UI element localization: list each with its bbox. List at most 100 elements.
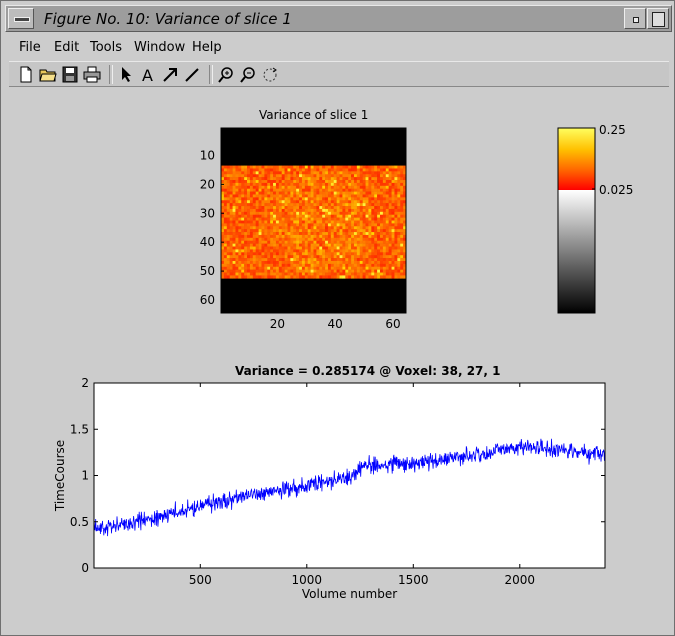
- image-pixel: [296, 263, 300, 268]
- open-folder-icon[interactable]: [39, 66, 57, 83]
- arrow-icon[interactable]: [161, 66, 179, 83]
- image-pixel: [327, 203, 332, 207]
- image-pixel: [400, 191, 404, 195]
- image-pixel: [304, 197, 309, 201]
- menu-file[interactable]: File: [19, 40, 41, 55]
- image-pixel: [310, 214, 314, 218]
- menu-window[interactable]: Window: [134, 40, 185, 55]
- image-pixel: [319, 246, 323, 250]
- image-pixel: [394, 272, 398, 276]
- image-pixel: [261, 197, 265, 201]
- image-pixel: [353, 252, 358, 256]
- save-icon[interactable]: [61, 66, 79, 83]
- image-pixel: [278, 180, 282, 184]
- text-icon[interactable]: A: [139, 66, 157, 83]
- image-pixel: [371, 177, 375, 181]
- image-pixel: [322, 263, 326, 268]
- print-icon[interactable]: [83, 66, 101, 83]
- image-pixel: [238, 246, 242, 250]
- image-pixel: [339, 234, 343, 239]
- line-icon[interactable]: [183, 66, 201, 83]
- image-pixel: [351, 269, 355, 273]
- image-pixel: [281, 260, 285, 265]
- image-pixel: [296, 185, 300, 189]
- arrow-pointer-icon[interactable]: [117, 66, 135, 83]
- image-pixel: [249, 168, 254, 172]
- image-pixel: [307, 269, 311, 273]
- image-pixel: [273, 208, 277, 213]
- image-pixel: [301, 226, 306, 230]
- title-bar[interactable]: Figure No. 10: Variance of slice 1: [5, 5, 672, 32]
- image-pixel: [304, 217, 309, 221]
- image-pixel: [223, 200, 228, 204]
- image-pixel: [353, 185, 358, 189]
- zoom-out-icon[interactable]: [239, 66, 257, 83]
- image-pixel: [244, 260, 248, 265]
- image-pixel: [264, 223, 268, 227]
- image-pixel: [247, 217, 251, 221]
- image-pixel: [296, 243, 300, 247]
- image-pixel: [264, 182, 268, 187]
- image-pixel: [316, 174, 320, 178]
- image-pixel: [356, 203, 361, 207]
- image-pixel: [278, 223, 282, 227]
- image-pixel: [333, 243, 337, 247]
- image-pixel: [287, 237, 291, 242]
- image-pixel: [374, 220, 378, 224]
- image-pixel: [368, 206, 372, 210]
- image-pixel: [278, 252, 282, 256]
- variance-image-axes[interactable]: 10203040506020 40 60: [181, 121, 421, 336]
- image-pixel: [226, 203, 230, 207]
- image-pixel: [299, 255, 303, 259]
- image-pixel: [252, 197, 256, 201]
- image-pixel: [247, 197, 251, 201]
- image-pixel: [351, 171, 355, 175]
- image-pixel: [377, 208, 381, 213]
- image-pixel: [400, 211, 404, 216]
- image-pixel: [278, 206, 282, 210]
- zoom-in-icon[interactable]: [217, 66, 235, 83]
- image-pixel: [270, 223, 274, 227]
- image-pixel: [244, 263, 248, 268]
- colorbar[interactable]: [546, 119, 646, 324]
- image-pixel: [310, 194, 314, 198]
- image-pixel: [310, 168, 314, 172]
- menu-help[interactable]: Help: [192, 40, 222, 55]
- image-pixel: [391, 272, 395, 276]
- image-pixel: [362, 174, 366, 178]
- image-pixel: [325, 174, 329, 178]
- minimize-button[interactable]: [624, 8, 646, 29]
- image-pixel: [397, 258, 401, 262]
- image-pixel: [287, 263, 291, 268]
- image-pixel: [304, 180, 309, 184]
- image-pixel: [232, 252, 236, 256]
- window-menu-button[interactable]: [8, 8, 34, 29]
- image-pixel: [241, 240, 245, 244]
- image-pixel: [281, 208, 285, 213]
- image-pixel: [377, 232, 381, 236]
- new-file-icon[interactable]: [17, 66, 35, 83]
- image-pixel: [241, 266, 245, 270]
- maximize-button[interactable]: [647, 8, 669, 29]
- timecourse-axes[interactable]: 00.511.52500 1000 1500 2000Volume numberTim…: [41, 376, 641, 611]
- image-pixel: [301, 266, 306, 270]
- image-pixel: [249, 252, 254, 256]
- image-pixel: [247, 220, 251, 224]
- image-pixel: [362, 165, 366, 169]
- image-pixel: [339, 217, 343, 221]
- image-pixel: [278, 255, 282, 259]
- image-pixel: [313, 182, 317, 187]
- image-pixel: [379, 275, 384, 279]
- image-pixel: [287, 258, 291, 262]
- image-pixel: [319, 188, 323, 192]
- image-pixel: [247, 171, 251, 175]
- image-pixel: [348, 275, 352, 279]
- image-pixel: [368, 214, 372, 218]
- menu-tools[interactable]: Tools: [90, 40, 122, 55]
- image-pixel: [249, 272, 254, 276]
- image-pixel: [275, 165, 280, 169]
- image-pixel: [235, 197, 239, 201]
- menu-edit[interactable]: Edit: [54, 40, 79, 55]
- rotate-icon[interactable]: [261, 66, 279, 83]
- image-pixel: [226, 232, 230, 236]
